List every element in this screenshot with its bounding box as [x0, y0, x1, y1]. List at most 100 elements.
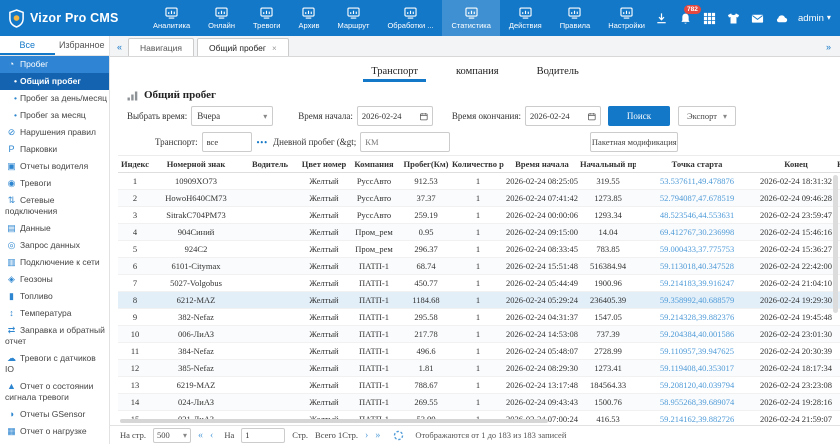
last-page-button[interactable]: »: [375, 428, 380, 443]
start-point-link[interactable]: 52.794087,47.678519: [636, 190, 758, 207]
start-point-link[interactable]: 53.537611,49.478876: [636, 173, 758, 190]
document-tab-1[interactable]: Навигация: [128, 38, 194, 56]
table-row[interactable]: 2HowoH640CM73ЖелтыйРуссАвто37.3712026-02…: [118, 190, 840, 207]
table-row[interactable]: 110909XO73ЖелтыйРуссАвто912.5312026-02-2…: [118, 173, 840, 190]
table-row[interactable]: 66101-CitymaxЖелтыйПАТП-168.7412026-02-2…: [118, 258, 840, 275]
first-page-button[interactable]: «: [198, 428, 203, 443]
refresh-button[interactable]: [393, 430, 404, 441]
table-row[interactable]: 86212-MAZЖелтыйПАТП-11184.6812026-02-24 …: [118, 292, 840, 309]
alarm-bell-button[interactable]: 782: [678, 11, 692, 25]
subtab-2[interactable]: компания: [454, 66, 501, 82]
sidebar-item-parking[interactable]: PПарковки: [0, 141, 109, 158]
topnav-item-statistics[interactable]: Статистика: [442, 0, 499, 36]
end-date-field[interactable]: [525, 106, 601, 126]
sidebar-item-violations[interactable]: ⊘Нарушения правил: [0, 124, 109, 141]
sidebar-tab-favorites[interactable]: Избранное: [55, 36, 110, 55]
start-point-link[interactable]: 59.214183,39.916247: [636, 275, 758, 292]
sidebar-item-network-connections[interactable]: ⇅Сетевые подключения: [0, 192, 109, 220]
collapse-tabs-icon[interactable]: «: [114, 42, 125, 56]
search-button[interactable]: Поиск: [608, 106, 670, 126]
topnav-item-rules[interactable]: Правила: [551, 0, 599, 36]
transport-field[interactable]: [202, 132, 252, 152]
table-row[interactable]: 9382-NefazЖелтыйПАТП-1295.5812026-02-24 …: [118, 309, 840, 326]
end-date-input[interactable]: [530, 111, 585, 121]
table-row[interactable]: 3SitrakC704PM73ЖелтыйРуссАвто259.1912026…: [118, 207, 840, 224]
topnav-item-archive[interactable]: Архив: [289, 0, 328, 36]
table-row[interactable]: 75027-VolgobusЖелтыйПАТП-1450.7712026-02…: [118, 275, 840, 292]
topnav-item-settings[interactable]: Настройки: [599, 0, 654, 36]
download-button[interactable]: [654, 11, 668, 25]
topnav-item-analytics[interactable]: Аналитика: [144, 0, 199, 36]
cloud-button[interactable]: [774, 11, 788, 25]
per-page-select[interactable]: 500 ▾: [153, 428, 191, 443]
start-point-link[interactable]: 59.204384,40.001586: [636, 326, 758, 343]
sidebar-item-refuel[interactable]: ⇄Заправка и обратный отчет: [0, 322, 109, 350]
expand-tabs-icon[interactable]: »: [823, 42, 834, 56]
table-row[interactable]: 5924C2ЖелтыйПром_рем296.3712026-02-24 08…: [118, 241, 840, 258]
table-cell: Пром_рем: [348, 224, 400, 241]
table-row[interactable]: 14024-ЛиАЗЖелтыйПАТП-1269.5512026-02-24 …: [118, 394, 840, 411]
topnav-item-online[interactable]: Онлайн: [199, 0, 244, 36]
sidebar-tab-all[interactable]: Все: [0, 36, 55, 55]
sidebar-item-alarm-reports[interactable]: ◉Тревоги: [0, 175, 109, 192]
batch-modify-button[interactable]: Пакетная модификация: [590, 132, 678, 152]
start-point-link[interactable]: 58.955268,39.689074: [636, 394, 758, 411]
more-options-icon[interactable]: •••: [257, 138, 268, 147]
sidebar-item-data[interactable]: ▤Данные: [0, 220, 109, 237]
sidebar-subitem[interactable]: •Пробег за месяц: [0, 107, 109, 124]
sidebar-item-gsensor[interactable]: ◑Отчеты GSensor: [0, 406, 109, 423]
transport-input[interactable]: [207, 137, 247, 147]
start-point-link[interactable]: 59.358992,40.688579: [636, 292, 758, 309]
table-row[interactable]: 136219-MAZЖелтыйПАТП-1788.6712026-02-24 …: [118, 377, 840, 394]
subtab-3[interactable]: Водитель: [535, 66, 581, 82]
topnav-item-alarms[interactable]: Тревоги: [244, 0, 290, 36]
topnav-item-actions[interactable]: Действия: [500, 0, 551, 36]
sidebar-subitem[interactable]: •Общий пробег: [0, 73, 109, 90]
daily-mileage-field[interactable]: [360, 132, 450, 152]
table-row[interactable]: 12385-NefazЖелтыйПАТП-11.8112026-02-24 0…: [118, 360, 840, 377]
sidebar-item-network[interactable]: ▥Подключение к сети: [0, 254, 109, 271]
start-point-link[interactable]: 59.000433,37.775753: [636, 241, 758, 258]
start-point-link[interactable]: 59.214162,39.882726: [636, 411, 758, 426]
user-menu[interactable]: admin ▾: [798, 13, 831, 24]
close-tab-icon[interactable]: ×: [272, 44, 277, 53]
time-range-select[interactable]: Вчера ▾: [191, 106, 273, 126]
start-date-input[interactable]: [362, 111, 417, 121]
export-dropdown[interactable]: Экспорт ▾: [678, 106, 736, 126]
start-point-link[interactable]: 59.113018,40.347528: [636, 258, 758, 275]
messages-button[interactable]: [750, 11, 764, 25]
vertical-scrollbar[interactable]: [833, 175, 838, 313]
sidebar-item-statistics-report[interactable]: ≡Отчет статистики: [0, 440, 109, 444]
next-page-button[interactable]: ›: [365, 428, 368, 443]
sidebar-item-geofence[interactable]: ◈Геозоны: [0, 271, 109, 288]
sidebar-item-mileage[interactable]: ◔Пробег: [0, 56, 109, 73]
page-number-input[interactable]: [241, 428, 285, 443]
apps-grid-button[interactable]: [702, 11, 716, 25]
sidebar-item-data-query[interactable]: ◎Запрос данных: [0, 237, 109, 254]
table-row[interactable]: 10006-ЛиАЗЖелтыйПАТП-1217.7812026-02-24 …: [118, 326, 840, 343]
start-point-link[interactable]: 59.110957,39.947625: [636, 343, 758, 360]
theme-button[interactable]: [726, 11, 740, 25]
start-point-link[interactable]: 69.412767,30.236998: [636, 224, 758, 241]
start-date-field[interactable]: [357, 106, 433, 126]
daily-mileage-input[interactable]: [365, 137, 445, 147]
sidebar-subitem[interactable]: •Пробег за день/месяц: [0, 90, 109, 107]
sidebar-item-io-alarms[interactable]: ☁Тревоги с датчиков IO: [0, 350, 109, 378]
table-row[interactable]: 4904СинийЖелтыйПром_рем0.9512026-02-24 0…: [118, 224, 840, 241]
topnav-item-processing[interactable]: Обработки ...: [378, 0, 442, 36]
start-point-link[interactable]: 59.208120,40.039794: [636, 377, 758, 394]
sidebar-item-load-report[interactable]: ▦Отчет о нагрузке: [0, 423, 109, 440]
table-row[interactable]: 11384-NefazЖелтыйПАТП-1496.612026-02-24 …: [118, 343, 840, 360]
sidebar-item-alarm-status[interactable]: ▲Отчет о состоянии сигнала тревоги: [0, 378, 109, 406]
sidebar-item-fuel[interactable]: ▮Топливо: [0, 288, 109, 305]
start-point-link[interactable]: 48.523546,44.553631: [636, 207, 758, 224]
topnav-item-route[interactable]: Маршрут: [329, 0, 379, 36]
horizontal-scrollbar[interactable]: [120, 419, 548, 423]
prev-page-button[interactable]: ‹: [210, 428, 213, 443]
sidebar-item-driver-reports[interactable]: ▣Отчеты водителя: [0, 158, 109, 175]
document-tab-2[interactable]: Общий пробег×: [197, 38, 289, 56]
start-point-link[interactable]: 59.119408,40.353017: [636, 360, 758, 377]
subtab-1[interactable]: Транспорт: [369, 66, 420, 82]
sidebar-item-temperature[interactable]: ↕Температура: [0, 305, 109, 322]
start-point-link[interactable]: 59.214328,39.882376: [636, 309, 758, 326]
